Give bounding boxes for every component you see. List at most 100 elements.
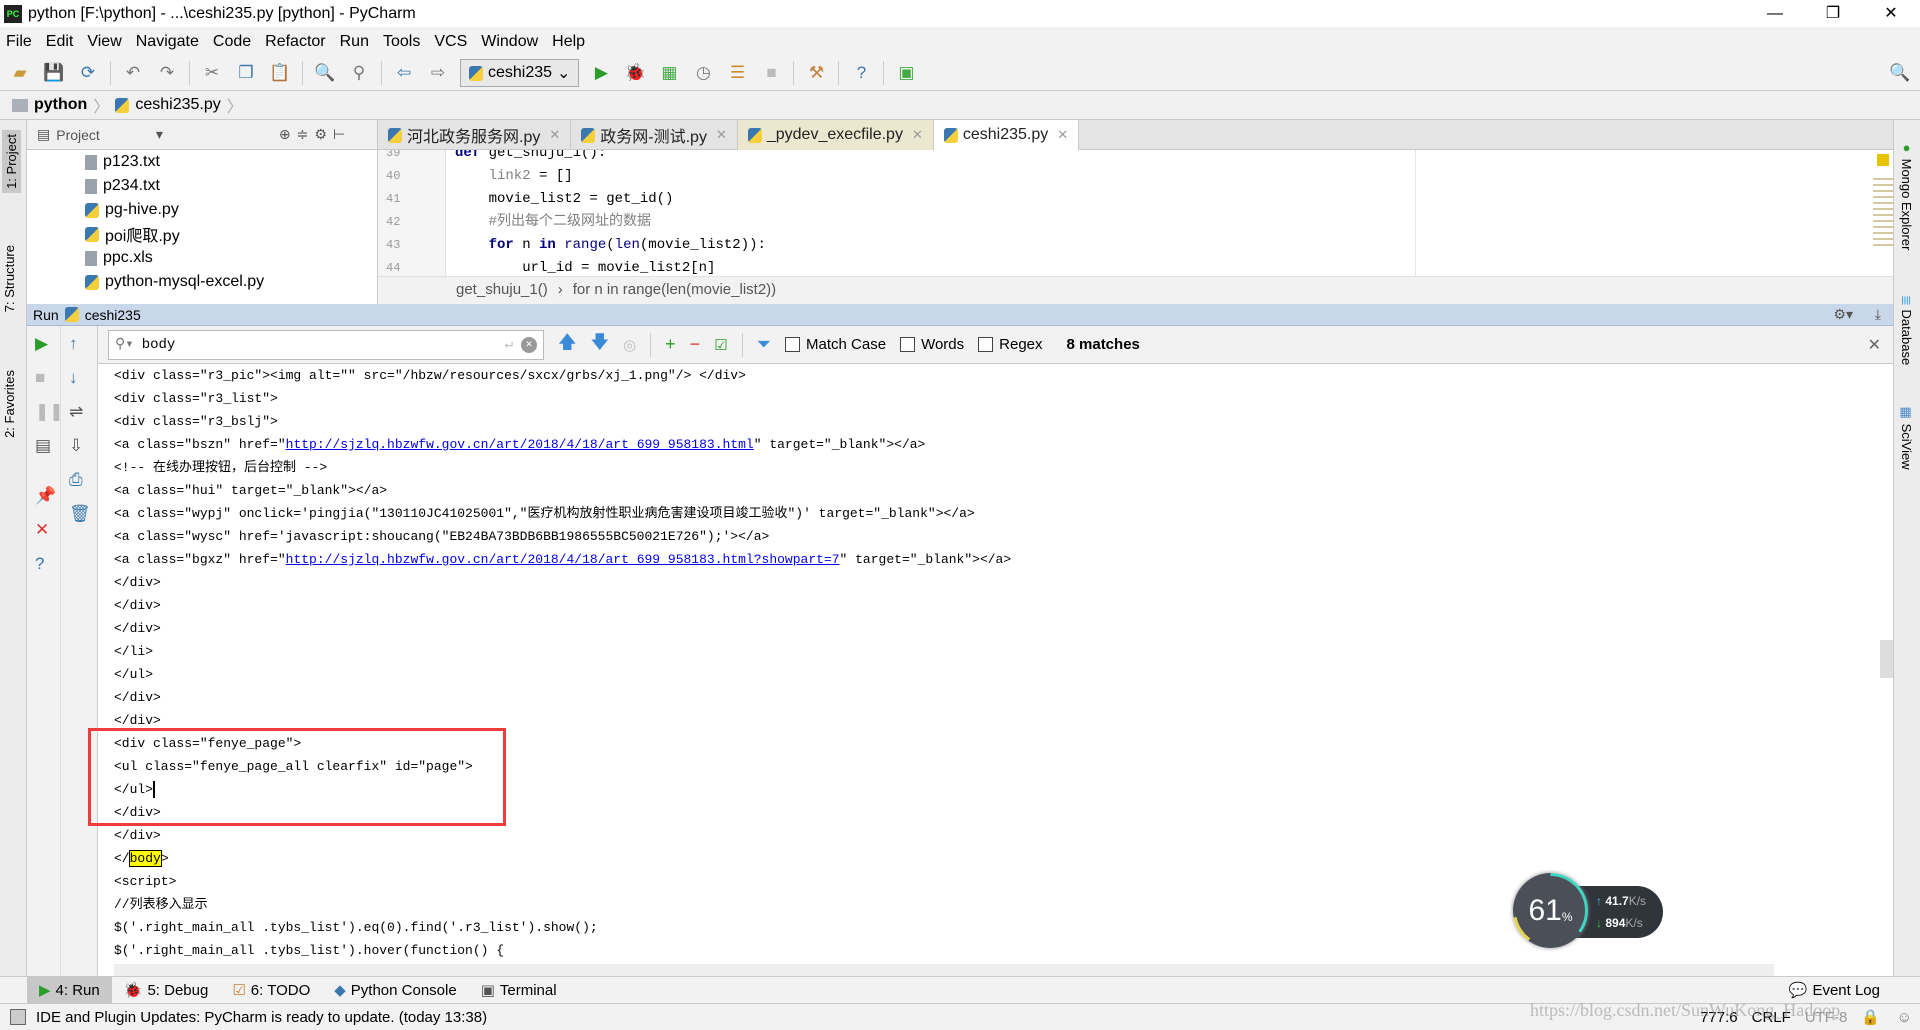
tool-tab-run[interactable]: ▶ 4: Run bbox=[27, 976, 112, 1004]
lock-icon[interactable]: 🔒 bbox=[1861, 1008, 1880, 1026]
maximize-button[interactable]: ❐ bbox=[1804, 0, 1862, 27]
status-message[interactable]: IDE and Plugin Updates: PyCharm is ready… bbox=[36, 1009, 487, 1026]
concurrency-icon[interactable]: ☰ bbox=[725, 61, 749, 85]
menu-navigate[interactable]: Navigate bbox=[136, 33, 199, 51]
search-everywhere-icon[interactable]: 🔍 bbox=[1888, 61, 1912, 85]
gear-icon[interactable]: ⚙ bbox=[314, 126, 327, 143]
close-tab-icon[interactable]: ✕ bbox=[549, 127, 560, 143]
tool-tab-database[interactable]: ≣ Database bbox=[1899, 295, 1914, 365]
debug-icon[interactable]: 🐞 bbox=[623, 61, 647, 85]
toggle-tool-windows-icon[interactable] bbox=[10, 1009, 26, 1025]
collapse-icon[interactable]: ≑ bbox=[297, 126, 309, 143]
redo-icon[interactable]: ↷ bbox=[155, 61, 179, 85]
tool-tab-python-console[interactable]: ◆ Python Console bbox=[322, 977, 468, 1004]
clear-search-icon[interactable]: ✕ bbox=[521, 336, 537, 353]
find-all-icon[interactable]: ◎ bbox=[623, 336, 636, 354]
output-link[interactable]: http://sjzlq.hbzwfw.gov.cn/art/2018/4/18… bbox=[286, 437, 754, 452]
paste-icon[interactable]: 📋 bbox=[268, 61, 292, 85]
tool-tab-project[interactable]: 1: Project bbox=[2, 130, 21, 193]
tool-tab-todo[interactable]: ☑ 6: TODO bbox=[220, 977, 322, 1004]
chevron-down-icon[interactable]: ▾ bbox=[156, 126, 163, 143]
regex-checkbox[interactable]: Regex bbox=[978, 336, 1043, 353]
plugin-icon[interactable]: ▣ bbox=[894, 61, 918, 85]
close-tab-icon[interactable]: ✕ bbox=[1057, 127, 1068, 143]
trash-icon[interactable]: 🗑 bbox=[69, 504, 91, 524]
project-view-select[interactable]: Project bbox=[56, 127, 100, 143]
menu-help[interactable]: Help bbox=[552, 33, 585, 51]
tool-tab-structure[interactable]: 7: Structure bbox=[2, 245, 17, 312]
filter-icon[interactable]: ⏷ bbox=[757, 334, 771, 355]
profile-icon[interactable]: ◷ bbox=[691, 61, 715, 85]
tree-item[interactable]: ppc.xls bbox=[27, 246, 377, 270]
breadcrumb-project[interactable]: python bbox=[34, 96, 87, 114]
soft-wrap-icon[interactable]: ⇌ bbox=[69, 402, 83, 422]
error-stripe[interactable] bbox=[1873, 150, 1893, 276]
run-icon[interactable]: ▶ bbox=[589, 61, 613, 85]
close-run-icon[interactable]: ✕ bbox=[35, 520, 49, 540]
pause-icon[interactable]: ❚❚ bbox=[35, 402, 64, 422]
tool-tab-favorites[interactable]: 2: Favorites bbox=[2, 370, 17, 438]
menu-tools[interactable]: Tools bbox=[383, 33, 420, 51]
tree-item[interactable]: p123.txt bbox=[27, 150, 377, 174]
sync-icon[interactable]: ⟳ bbox=[76, 61, 100, 85]
menu-refactor[interactable]: Refactor bbox=[265, 33, 325, 51]
scroll-to-end-icon[interactable]: ⇩ bbox=[69, 436, 83, 456]
tool-tab-sciview[interactable]: ▦ SciView bbox=[1899, 405, 1914, 470]
select-all-occurrences-icon[interactable]: ☑ bbox=[714, 336, 727, 354]
open-folder-icon[interactable]: ▰ bbox=[8, 61, 32, 85]
search-icon[interactable]: ⚲▾ bbox=[115, 336, 134, 353]
run-config-tab[interactable]: ceshi235 bbox=[85, 307, 141, 323]
menu-vcs[interactable]: VCS bbox=[434, 33, 467, 51]
scrollbar-thumb[interactable] bbox=[1880, 640, 1893, 678]
find-icon[interactable]: 🔍 bbox=[313, 61, 337, 85]
event-log-button[interactable]: 💬 Event Log bbox=[1789, 981, 1880, 1000]
help-icon[interactable]: ? bbox=[35, 554, 44, 574]
editor-tab[interactable]: 河北政务服务网.py ✕ bbox=[378, 120, 572, 150]
hector-icon[interactable]: ☺ bbox=[1897, 1009, 1912, 1026]
copy-icon[interactable]: ❐ bbox=[234, 61, 258, 85]
close-find-icon[interactable]: ✕ bbox=[1868, 335, 1881, 355]
gear-icon[interactable]: ⚙▾ bbox=[1833, 306, 1853, 323]
tool-tab-mongo-explorer[interactable]: ● Mongo Explorer bbox=[1899, 140, 1914, 250]
up-arrow-icon[interactable]: ↑ bbox=[69, 334, 78, 354]
breadcrumb-file[interactable]: ceshi235.py bbox=[135, 96, 220, 114]
code-editor[interactable]: 39 def get_shuju_1(): 40 link2 = [] 41 movi… bbox=[378, 150, 1893, 276]
menu-file[interactable]: File bbox=[6, 33, 32, 51]
cut-icon[interactable]: ✂ bbox=[200, 61, 224, 85]
tree-item[interactable]: poi爬取.py bbox=[27, 222, 377, 246]
tool-tab-debug[interactable]: 🐞 5: Debug bbox=[112, 977, 221, 1004]
print-icon[interactable]: ⎙ bbox=[69, 470, 83, 490]
menu-run[interactable]: Run bbox=[340, 33, 369, 51]
rerun-icon[interactable]: ▶ bbox=[35, 334, 48, 354]
editor-tab[interactable]: ceshi235.py ✕ bbox=[933, 120, 1080, 150]
search-field[interactable]: ⚲▾ ↵ ✕ bbox=[108, 329, 544, 360]
menu-view[interactable]: View bbox=[87, 33, 121, 51]
tool-tab-terminal[interactable]: ▣ Terminal bbox=[469, 977, 569, 1004]
settings-wrench-icon[interactable]: ⚒ bbox=[804, 61, 828, 85]
pin-icon[interactable]: 📌 bbox=[35, 486, 56, 506]
save-icon[interactable]: 💾 bbox=[42, 61, 66, 85]
locate-icon[interactable]: ⊕ bbox=[279, 126, 291, 143]
coverage-icon[interactable]: ▦ bbox=[657, 61, 681, 85]
stop-icon[interactable]: ■ bbox=[759, 61, 783, 85]
run-config-select[interactable]: ceshi235 ⌄ bbox=[460, 59, 580, 87]
next-match-icon[interactable]: 🡇 bbox=[591, 330, 610, 360]
hide-icon[interactable]: ⊢ bbox=[333, 126, 345, 143]
help-icon[interactable]: ? bbox=[849, 61, 873, 85]
back-icon[interactable]: ⇦ bbox=[392, 61, 416, 85]
editor-tab[interactable]: 政务网-测试.py ✕ bbox=[571, 120, 738, 150]
words-checkbox[interactable]: Words bbox=[900, 336, 964, 353]
menu-window[interactable]: Window bbox=[481, 33, 538, 51]
output-link[interactable]: http://sjzlq.hbzwfw.gov.cn/art/2018/4/18… bbox=[286, 552, 840, 567]
tree-item[interactable]: python-mysql-excel.py bbox=[27, 270, 377, 294]
add-occurrence-icon[interactable]: + bbox=[665, 334, 676, 355]
tree-item[interactable]: p234.txt bbox=[27, 174, 377, 198]
editor-tab[interactable]: _pydev_execfile.py ✕ bbox=[737, 120, 934, 150]
close-button[interactable]: ✕ bbox=[1862, 0, 1920, 27]
layout-icon[interactable]: ▤ bbox=[35, 436, 51, 456]
undo-icon[interactable]: ↶ bbox=[121, 61, 145, 85]
remove-occurrence-icon[interactable]: − bbox=[690, 334, 701, 355]
crumb-function[interactable]: get_shuju_1() bbox=[456, 281, 548, 298]
menu-edit[interactable]: Edit bbox=[46, 33, 74, 51]
hide-panel-icon[interactable]: ⤓ bbox=[1875, 306, 1881, 323]
